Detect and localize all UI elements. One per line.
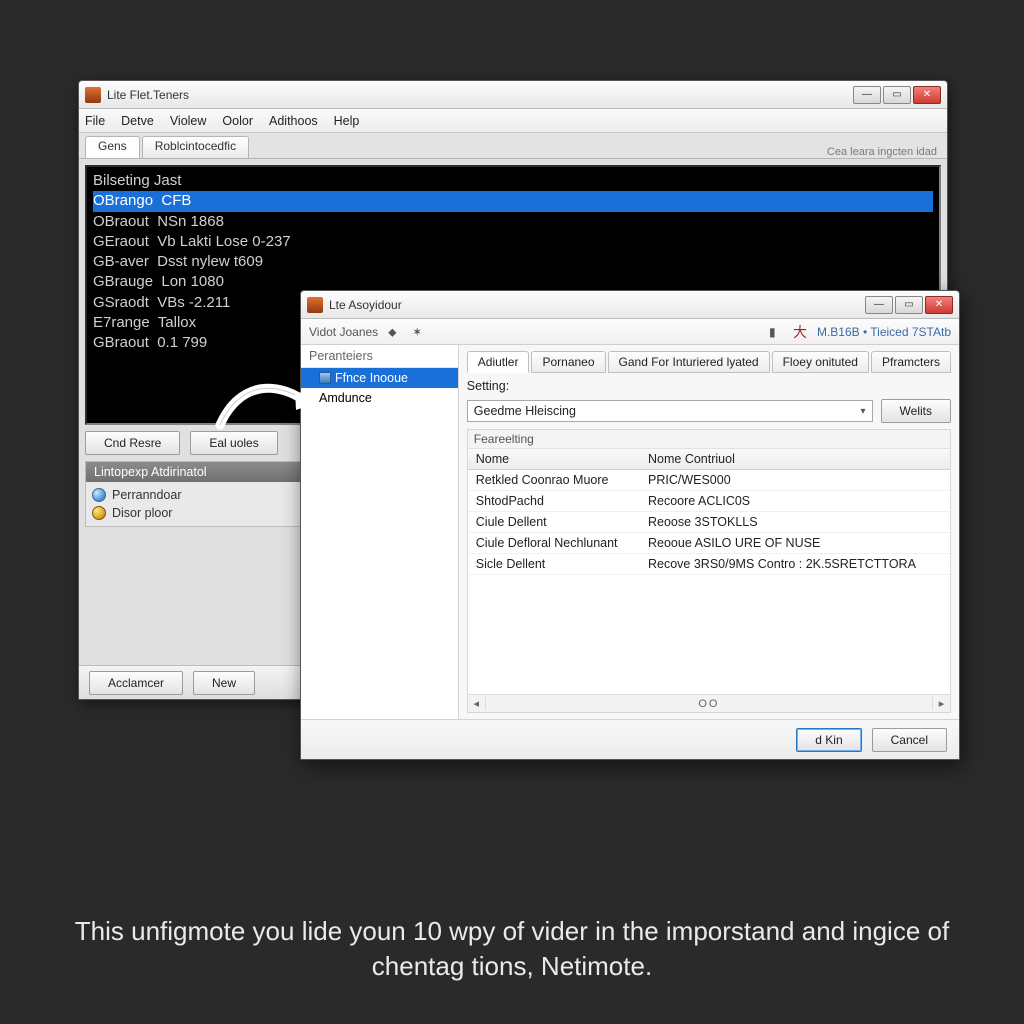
panel-item-label: Perranndoar <box>112 488 182 502</box>
chevron-down-icon: ▾ <box>861 406 866 417</box>
maximize-button[interactable]: ▭ <box>883 86 911 104</box>
minimize-button[interactable]: — <box>853 86 881 104</box>
menubar: File Detve Violew Oolor Adithoos Help <box>79 109 947 133</box>
console-line[interactable]: OBraout NSn 1868 <box>93 212 933 232</box>
menu-file[interactable]: File <box>85 114 105 128</box>
table-row[interactable]: ShtodPachdRecoore ACLIC0S <box>468 491 950 512</box>
toolbar-label: Vidot Joanes <box>309 325 378 339</box>
app-icon <box>85 87 101 103</box>
right-tab[interactable]: Pornaneo <box>531 351 605 373</box>
group-label: Feareelting <box>468 430 950 449</box>
tree-node[interactable]: Ffnce Inooue <box>301 368 458 388</box>
tabstrip-hint: Cea leara ingcten idad <box>827 146 941 158</box>
dialog-window: Lte Asoyidour — ▭ ✕ Vidot Joanes ⬥ ✶ ▮ 大… <box>300 290 960 760</box>
dialog-title: Lte Asoyidour <box>329 298 857 312</box>
scroll-right-icon[interactable]: ▸ <box>932 697 950 710</box>
maximize-button[interactable]: ▭ <box>895 296 923 314</box>
setting-select[interactable]: Geedme Hleiscing ▾ <box>467 400 873 422</box>
console-line[interactable]: GB-aver Dsst nylew t609 <box>93 252 933 272</box>
menu-help[interactable]: Help <box>334 114 360 128</box>
setting-row: Setting: <box>467 379 951 393</box>
grid-cell: Reooue ASILO URE OF NUSE <box>640 533 950 554</box>
table-row[interactable]: Retkled Coonrao MuorePRIC/WES000 <box>468 470 950 491</box>
main-tabstrip: Gens Roblcintocedfic Cea leara ingcten i… <box>79 133 947 159</box>
dot-icon <box>92 506 106 520</box>
window-buttons: — ▭ ✕ <box>851 86 941 104</box>
menu-oolor[interactable]: Oolor <box>222 114 253 128</box>
grid-cell: PRIC/WES000 <box>640 470 950 491</box>
scroll-track[interactable]: OO <box>486 698 932 710</box>
minimize-button[interactable]: — <box>865 296 893 314</box>
main-titlebar[interactable]: Lite Flet.Teners — ▭ ✕ <box>79 81 947 109</box>
table-row[interactable]: Sicle DellentRecove 3RS0/9MS Contro : 2K… <box>468 554 950 575</box>
right-tabs: Adiutler Pornaneo Gand For Inturiered ly… <box>467 351 951 373</box>
horizontal-scrollbar[interactable]: ◂ OO ▸ <box>468 694 950 712</box>
welits-button[interactable]: Welits <box>881 399 951 423</box>
dialog-footer: d Kin Cancel <box>301 719 959 759</box>
setting-select-value: Geedme Hleiscing <box>474 404 576 418</box>
tree-node-label: Amdunce <box>319 391 372 405</box>
right-tab[interactable]: Floey onituted <box>772 351 869 373</box>
feareelting-group: Feareelting Nome Nome Contriuol Retkled … <box>467 429 951 713</box>
tree-node-label: Ffnce Inooue <box>335 371 408 385</box>
toolbar-icon[interactable]: ⬥ <box>388 325 402 339</box>
parameter-grid[interactable]: Nome Nome Contriuol Retkled Coonrao Muor… <box>468 449 950 694</box>
parameter-tree: Peranteiers Ffnce Inooue Amdunce <box>301 345 459 719</box>
dialog-body: Peranteiers Ffnce Inooue Amdunce Adiutle… <box>301 345 959 719</box>
tree-node[interactable]: Amdunce <box>301 388 458 408</box>
dialog-titlebar[interactable]: Lte Asoyidour — ▭ ✕ <box>301 291 959 319</box>
grid-header[interactable]: Nome <box>468 449 640 470</box>
ok-button[interactable]: d Kin <box>796 728 861 752</box>
console-line[interactable]: Bilseting Jast <box>93 171 933 191</box>
acclamcer-button[interactable]: Acclamcer <box>89 671 183 695</box>
cancel-button[interactable]: Cancel <box>872 728 947 752</box>
tree-node-icon <box>319 372 331 384</box>
setting-label: Setting: <box>467 379 527 393</box>
grid-cell: Recoore ACLIC0S <box>640 491 950 512</box>
right-tab[interactable]: Adiutler <box>467 351 530 373</box>
console-line[interactable]: GEraout Vb Lakti Lose 0-237 <box>93 232 933 252</box>
close-button[interactable]: ✕ <box>925 296 953 314</box>
right-tab[interactable]: Pframcters <box>871 351 951 373</box>
dialog-toolbar: Vidot Joanes ⬥ ✶ ▮ 大 M.B16B • Tieiced 7S… <box>301 319 959 345</box>
window-buttons: — ▭ ✕ <box>863 296 953 314</box>
globe-icon <box>92 488 106 502</box>
caption-text: This unfigmote you lide youn 10 wpy of v… <box>0 914 1024 984</box>
tree-header: Peranteiers <box>301 345 458 368</box>
new-button[interactable]: New <box>193 671 255 695</box>
toolbar-crumb: M.B16B • Tieiced 7STAtb <box>817 325 951 339</box>
grid-cell: Reoose 3STOKLLS <box>640 512 950 533</box>
toolbar-icon[interactable]: ▮ <box>769 325 783 339</box>
console-line[interactable]: OBrango CFB <box>93 191 933 211</box>
toolbar-icon[interactable]: ✶ <box>412 325 426 339</box>
eal-uoles-button[interactable]: Eal uoles <box>190 431 277 455</box>
main-window-title: Lite Flet.Teners <box>107 88 845 102</box>
close-button[interactable]: ✕ <box>913 86 941 104</box>
menu-detve[interactable]: Detve <box>121 114 154 128</box>
scroll-left-icon[interactable]: ◂ <box>468 697 486 710</box>
table-row[interactable]: Ciule DellentReoose 3STOKLLS <box>468 512 950 533</box>
cnd-resre-button[interactable]: Cnd Resre <box>85 431 180 455</box>
tab-gens[interactable]: Gens <box>85 136 140 158</box>
menu-violew[interactable]: Violew <box>170 114 207 128</box>
table-row[interactable]: Ciule Defloral NechlunantReooue ASILO UR… <box>468 533 950 554</box>
toolbar-jp-icon[interactable]: 大 <box>793 325 807 339</box>
panel-item-label: Disor ploor <box>112 506 172 520</box>
grid-cell: Ciule Dellent <box>468 512 640 533</box>
tab-roblcint[interactable]: Roblcintocedfic <box>142 136 249 158</box>
right-tab[interactable]: Gand For Inturiered lyated <box>608 351 770 373</box>
grid-cell: Sicle Dellent <box>468 554 640 575</box>
app-icon <box>307 297 323 313</box>
grid-cell: ShtodPachd <box>468 491 640 512</box>
setting-row: Geedme Hleiscing ▾ Welits <box>467 399 951 423</box>
grid-cell: Ciule Defloral Nechlunant <box>468 533 640 554</box>
menu-adithoos[interactable]: Adithoos <box>269 114 318 128</box>
grid-cell: Retkled Coonrao Muore <box>468 470 640 491</box>
grid-cell: Recove 3RS0/9MS Contro : 2K.5SRETCTTORA <box>640 554 950 575</box>
grid-header[interactable]: Nome Contriuol <box>640 449 950 470</box>
dialog-right-pane: Adiutler Pornaneo Gand For Inturiered ly… <box>459 345 959 719</box>
